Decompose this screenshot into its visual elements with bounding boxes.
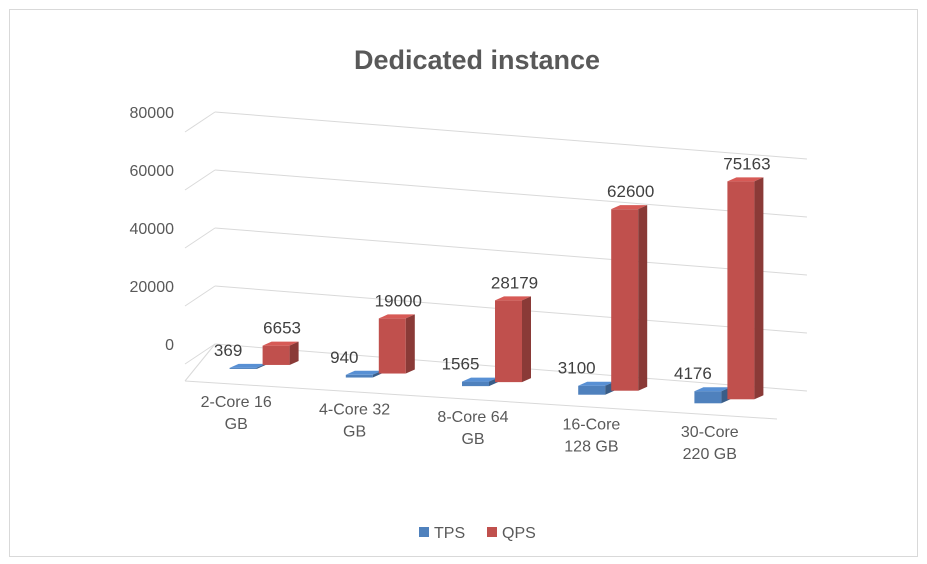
x-category-label: 30-Core 220 GB (681, 424, 739, 463)
bar-qps (378, 314, 415, 374)
bar-qps (611, 205, 648, 391)
bar-front-face (378, 318, 406, 374)
bar-tps (229, 363, 266, 369)
x-category-label: 2-Core 16 GB (201, 394, 272, 433)
x-axis-categories: 2-Core 16 GB 4-Core 32 GB 8-Core 64 GB 16-Core… (201, 394, 739, 463)
bar-side-face (522, 296, 531, 383)
gridline-side (184, 285, 216, 307)
bar-side-face (638, 205, 648, 391)
y-tick-label: 40000 (130, 221, 175, 238)
gridline-side (184, 111, 216, 133)
bar-side-face (754, 177, 764, 400)
bar-front-face (611, 209, 639, 391)
bar-qps (495, 296, 531, 383)
data-label-tps: 940 (330, 348, 358, 367)
gridline (214, 169, 808, 218)
x-category-label: 4-Core 32 GB (319, 401, 390, 440)
data-label-tps: 1565 (442, 355, 480, 374)
data-label-qps: 6653 (263, 319, 301, 338)
data-label-qps: 19000 (375, 291, 422, 310)
bar-front-face (345, 374, 373, 378)
legend-swatch-qps (487, 527, 497, 537)
bar-front-face (694, 391, 722, 404)
legend: TPS QPS (419, 525, 536, 542)
y-axis-ticks: 0 20000 40000 60000 80000 (130, 105, 175, 354)
gridline-side (184, 227, 216, 249)
bar-side-face (289, 341, 299, 365)
bar-qps (262, 341, 299, 365)
bar-front-face (229, 367, 257, 369)
gridline-side (184, 343, 216, 365)
gridline (214, 227, 808, 276)
floor-left-edge (184, 343, 216, 382)
y-tick-label: 60000 (130, 163, 175, 180)
y-tick-label: 20000 (130, 279, 175, 296)
bar-front-face (262, 345, 290, 365)
bar-side-face (405, 314, 415, 374)
chart-svg: Dedicated instance 0 20000 40000 60000 80000… (130, 45, 808, 542)
y-tick-label: 0 (165, 337, 174, 354)
bar-tps (578, 381, 615, 395)
chart-title: Dedicated instance (354, 45, 600, 75)
legend-swatch-tps (419, 527, 429, 537)
bar-front-face (578, 385, 606, 395)
y-tick-label: 80000 (130, 105, 175, 122)
gridline-side (184, 169, 216, 191)
gridline (214, 111, 808, 160)
bar-front-face (462, 381, 489, 387)
data-label-qps: 62600 (607, 182, 654, 201)
x-category-label: 8-Core 64 GB (437, 409, 508, 448)
bar-tps (694, 387, 731, 404)
legend-label-tps: TPS (434, 525, 465, 542)
legend-label-qps: QPS (502, 525, 536, 542)
bar-tps (462, 377, 498, 387)
data-label-qps: 75163 (723, 154, 770, 173)
data-label-tps: 369 (214, 341, 242, 360)
bar-qps (727, 177, 764, 400)
data-label-tps: 3100 (558, 359, 596, 378)
bar-tps (345, 370, 382, 378)
data-label-tps: 4176 (674, 364, 712, 383)
chart-container: Dedicated instance 0 20000 40000 60000 80000… (9, 9, 918, 557)
data-label-qps: 28179 (491, 273, 538, 292)
bar-front-face (495, 300, 522, 383)
x-category-label: 16-Core 128 GB (562, 417, 620, 456)
bar-front-face (727, 181, 755, 400)
